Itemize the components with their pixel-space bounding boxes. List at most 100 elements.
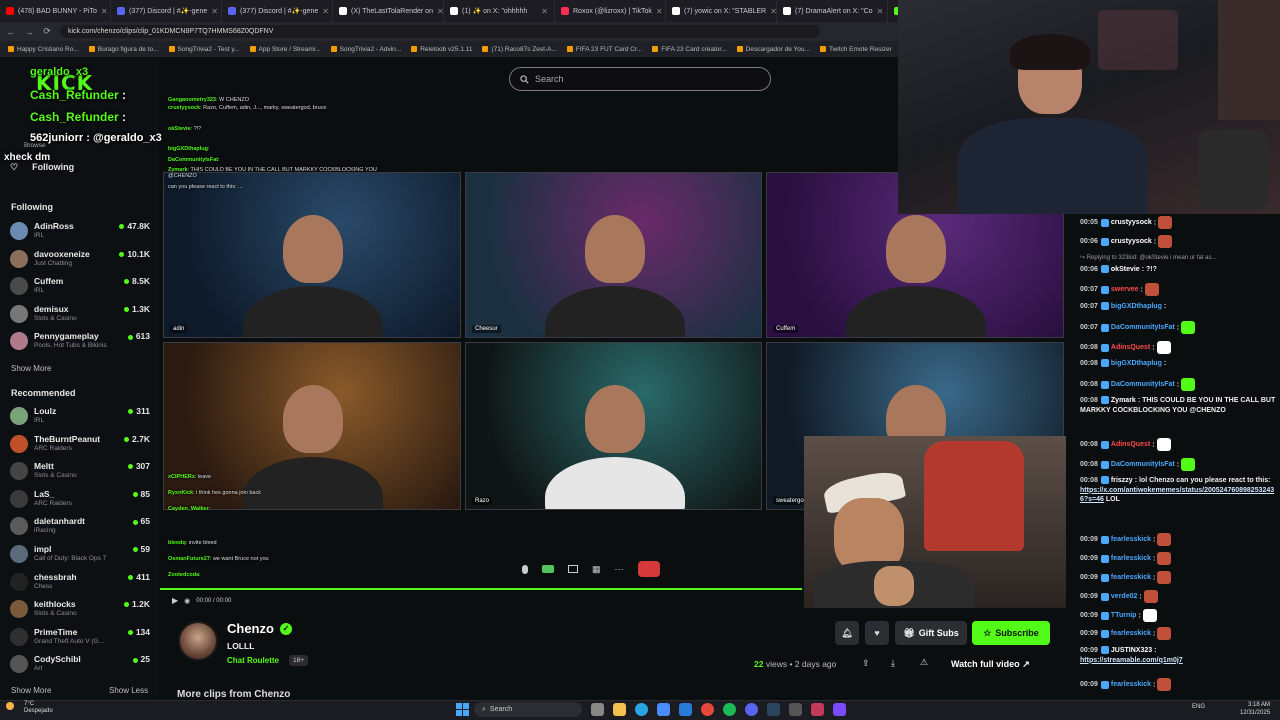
edge-icon[interactable] xyxy=(635,703,648,716)
tab-close-icon[interactable]: ✕ xyxy=(770,7,776,16)
chat-username[interactable]: AdinsQuest xyxy=(1111,441,1150,448)
bookmark-item[interactable]: SongTrivia2 - Test y... xyxy=(168,46,240,53)
bookmark-item[interactable]: SongTrivia2 - Advin... xyxy=(330,46,401,53)
sidebar-channel-item[interactable]: PrimeTime Grand Theft Auto V (G... 134 xyxy=(10,626,150,650)
play-icon[interactable]: ▶ xyxy=(172,596,178,605)
sidebar-channel-item[interactable]: daletanhardt iRacing 65 xyxy=(10,515,150,539)
bookmark-item[interactable]: Descargador de You... xyxy=(736,46,810,53)
chat-username[interactable]: DaCommunityIsFat xyxy=(1111,381,1175,388)
weather-widget[interactable]: 7°C Despejado xyxy=(24,701,53,715)
browser-tab[interactable]: Roxox (@lizroxx) | TikTok ✕ xyxy=(555,0,666,22)
chat-username[interactable]: bigGXDthaplug xyxy=(1111,360,1162,367)
watch-full-video-button[interactable]: Watch full video ↗ xyxy=(951,659,1030,670)
show-less-button[interactable]: Show Less xyxy=(109,686,148,695)
chat-username[interactable]: verde02 xyxy=(1111,593,1137,600)
notifications-button[interactable]: 🔔︎ xyxy=(835,621,859,645)
chat-username[interactable]: crustyysock xyxy=(1111,219,1152,226)
channel-avatar[interactable] xyxy=(178,621,218,661)
share-icon[interactable]: ⇪ xyxy=(862,658,870,669)
chat-username[interactable]: Zymark xyxy=(1111,397,1136,404)
chat-username[interactable]: bigGXDthaplug xyxy=(1111,303,1162,310)
taskbar-clock[interactable]: 3:18 AM 12/31/2025 xyxy=(1240,701,1270,717)
chat-username[interactable]: fearlesskick xyxy=(1111,536,1151,543)
app-icon[interactable] xyxy=(811,703,824,716)
bookmark-item[interactable]: Reletoob v25.1.11 xyxy=(411,46,472,53)
sidebar-channel-item[interactable]: Cuffem IRL 8.5K xyxy=(10,275,150,299)
sidebar-channel-item[interactable]: CodySchibl Art 25 xyxy=(10,653,150,677)
browser-tab[interactable]: (1) ✨ on X: "ohhhhh ✕ xyxy=(444,0,555,22)
browser-tab[interactable]: (7) DramaAlert on X: "Co ✕ xyxy=(777,0,888,22)
windows-start-icon[interactable] xyxy=(456,703,469,716)
browser-tab[interactable]: (377) Discord | #✨-gene ✕ xyxy=(222,0,333,22)
task-view-icon[interactable] xyxy=(591,703,604,716)
chat-username[interactable]: fearlesskick xyxy=(1111,555,1151,562)
search-bar[interactable]: Search xyxy=(509,67,771,91)
bookmark-item[interactable]: FIFA 23 FUT Card Cr... xyxy=(566,46,642,53)
follow-button[interactable]: ♥ xyxy=(865,621,889,645)
language-indicator[interactable]: ENG xyxy=(1192,704,1205,710)
video-tile[interactable] xyxy=(163,342,461,510)
subscribe-button[interactable]: ☆ Subscribe xyxy=(972,621,1050,645)
gift-subs-button[interactable]: 🎁︎ Gift Subs xyxy=(895,621,967,645)
sidebar-channel-item[interactable]: Pennygameplay Pools, Hot Tubs & Bikinis 61… xyxy=(10,330,150,354)
sidebar-channel-item[interactable]: Loulz IRL 311 xyxy=(10,405,150,429)
bookmark-item[interactable]: Burago figura de to... xyxy=(88,46,159,53)
sidebar-channel-item[interactable]: impl Call of Duty: Black Ops 7 59 xyxy=(10,543,150,567)
bookmark-item[interactable]: FIFA 23 Card creator... xyxy=(652,46,727,53)
tab-close-icon[interactable]: ✕ xyxy=(437,7,443,16)
sidebar-channel-item[interactable]: davooxeneize Just Chatting 10.1K xyxy=(10,248,150,272)
browser-tab[interactable]: (377) Discord | #✨-gene ✕ xyxy=(111,0,222,22)
forward-icon[interactable]: → xyxy=(24,27,34,37)
bookmark-item[interactable]: App Store / Streami... xyxy=(249,46,321,53)
following-nav-link[interactable]: ♡ Following xyxy=(10,162,74,173)
chat-username[interactable]: TTurnip xyxy=(1111,612,1137,619)
spotify-icon[interactable] xyxy=(723,703,736,716)
sidebar-channel-item[interactable]: chessbrah Chess 411 xyxy=(10,571,150,595)
taskbar-search[interactable]: ⌕ Search xyxy=(474,702,582,717)
sidebar-channel-item[interactable]: AdinRoss IRL 47.8K xyxy=(10,220,150,244)
player-progress-bar[interactable] xyxy=(160,588,802,590)
back-icon[interactable]: ← xyxy=(6,27,16,37)
sidebar-channel-item[interactable]: keithlocks Slots & Casino 1.2K xyxy=(10,598,150,622)
tab-close-icon[interactable]: ✕ xyxy=(877,7,884,16)
volume-icon[interactable]: ◉ xyxy=(184,597,190,605)
chat-link[interactable]: https://streamable.com/q1m0j7 xyxy=(1080,657,1183,664)
sidebar-channel-item[interactable]: demisux Slots & Casino 1.3K xyxy=(10,303,150,327)
chrome-icon[interactable] xyxy=(701,703,714,716)
chat-username[interactable]: DaCommunityIsFat xyxy=(1111,324,1175,331)
browser-tab[interactable]: (478) BAD BUNNY - PiTo ✕ xyxy=(0,0,111,22)
video-tile[interactable]: Razo xyxy=(465,342,762,510)
channel-name[interactable]: Chenzo xyxy=(227,621,274,636)
chat-username[interactable]: JUSTINX323 xyxy=(1111,647,1152,654)
chat-username[interactable]: fearlesskick xyxy=(1111,681,1151,688)
tab-close-icon[interactable]: ✕ xyxy=(656,7,663,16)
show-more-following-button[interactable]: Show More xyxy=(11,364,51,373)
tab-close-icon[interactable]: ✕ xyxy=(101,7,108,16)
obs-icon[interactable] xyxy=(789,703,802,716)
mail-icon[interactable] xyxy=(679,703,692,716)
chat-username[interactable]: DaCommunityIsFat xyxy=(1111,461,1175,468)
chat-username[interactable]: swervee xyxy=(1111,286,1139,293)
steam-icon[interactable] xyxy=(767,703,780,716)
browser-tab[interactable]: (X) TheLastTolaRender on ✕ xyxy=(333,0,444,22)
video-tile[interactable]: adin xyxy=(163,172,461,338)
sidebar-channel-item[interactable]: Meltt Slots & Casino 307 xyxy=(10,460,150,484)
bookmark-item[interactable]: Twitch Emote Resizer xyxy=(819,46,892,53)
category-link[interactable]: Chat Roulette xyxy=(227,656,279,665)
store-icon[interactable] xyxy=(657,703,670,716)
chat-username[interactable]: fearlesskick xyxy=(1111,574,1151,581)
tab-close-icon[interactable]: ✕ xyxy=(541,7,548,16)
chat-username[interactable]: crustyysock xyxy=(1111,238,1152,245)
bookmark-item[interactable]: (71) Raco87s Zest-A... xyxy=(482,46,557,53)
chat-username[interactable]: okStevie xyxy=(1111,266,1140,273)
app-icon[interactable] xyxy=(833,703,846,716)
browser-tab[interactable]: (7) yowic on X: "STABLER ✕ xyxy=(666,0,777,22)
chat-username[interactable]: fearlesskick xyxy=(1111,630,1151,637)
chat-username[interactable]: AdinsQuest xyxy=(1111,344,1150,351)
discord-icon[interactable] xyxy=(745,703,758,716)
file-explorer-icon[interactable] xyxy=(613,703,626,716)
sidebar-channel-item[interactable]: LaS_ ARC Raiders 85 xyxy=(10,488,150,512)
report-icon[interactable]: ⚠ xyxy=(920,657,928,668)
video-tile[interactable]: Cheesur xyxy=(465,172,762,338)
tab-close-icon[interactable]: ✕ xyxy=(211,7,218,16)
